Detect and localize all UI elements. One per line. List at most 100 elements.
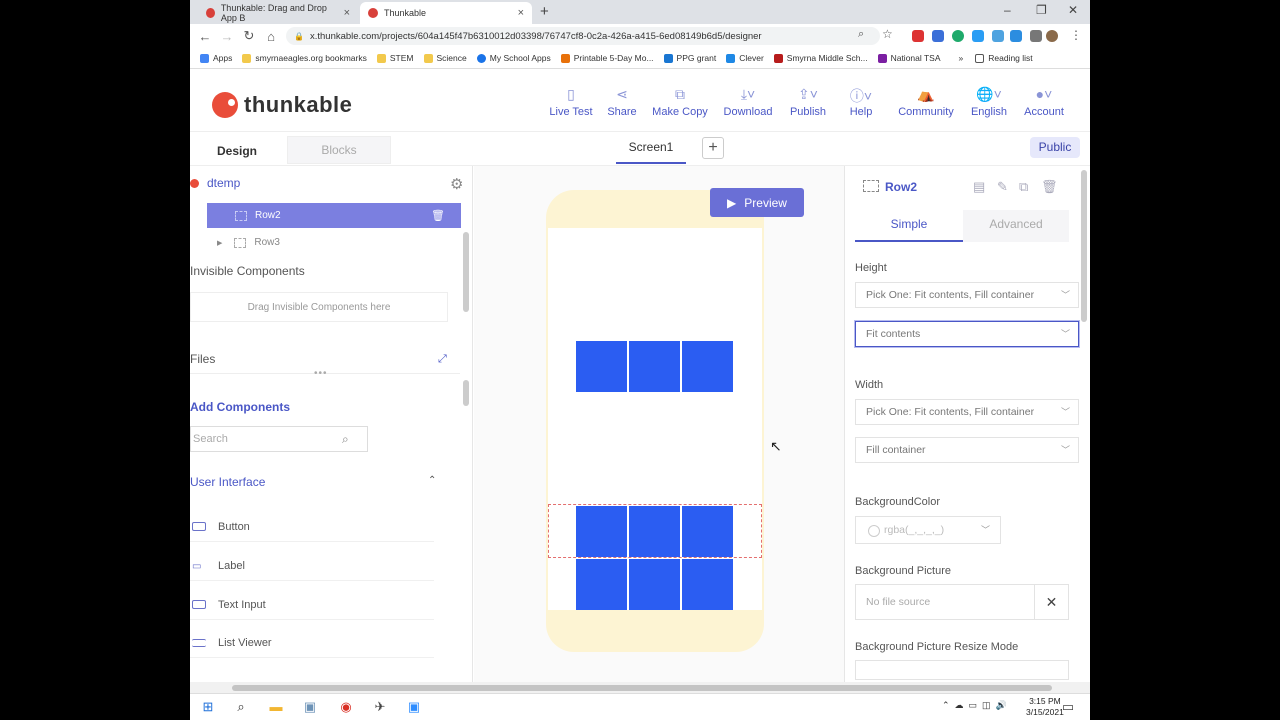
bookmark-apps[interactable]: Apps bbox=[200, 53, 232, 63]
tab-simple[interactable]: Simple bbox=[855, 210, 963, 242]
components-scrollbar[interactable] bbox=[463, 380, 469, 406]
extension-icon[interactable] bbox=[932, 30, 944, 42]
bookmark-item[interactable]: National TSA bbox=[877, 53, 941, 63]
clock[interactable]: 3:15 PM 3/15/2021 bbox=[1026, 696, 1064, 718]
language-button[interactable]: 🌐˅ English bbox=[968, 86, 1010, 118]
properties-scrollbar[interactable] bbox=[1081, 170, 1087, 322]
scrollbar-thumb[interactable] bbox=[232, 685, 1052, 691]
height-mode-select[interactable]: Pick One: Fit contents, Fill container ﹀ bbox=[855, 282, 1079, 308]
extension-icon[interactable] bbox=[1010, 30, 1022, 42]
bgcolor-picker[interactable]: rgba(_,_,_,_) ﹀ bbox=[855, 516, 1001, 544]
system-tray[interactable]: ⌃☁▭◫🔊 bbox=[942, 700, 1012, 711]
bgpic-file-input[interactable]: No file source ✕ bbox=[855, 584, 1069, 620]
account-button[interactable]: ●˅ Account bbox=[1022, 86, 1066, 118]
extension-icon[interactable] bbox=[952, 30, 964, 42]
restore-icon[interactable]: ❐ bbox=[1036, 3, 1047, 17]
forward-icon[interactable]: → bbox=[216, 29, 238, 44]
zoom-icon[interactable]: ⌕ bbox=[858, 28, 864, 41]
browser-tab-2[interactable]: Thunkable × bbox=[360, 2, 532, 24]
bookmark-item[interactable]: Smyrna Middle Sch... bbox=[773, 53, 868, 63]
expand-arrow-icon[interactable]: ▶ bbox=[217, 239, 222, 247]
tab-advanced[interactable]: Advanced bbox=[963, 210, 1069, 242]
close-icon[interactable]: × bbox=[518, 7, 524, 19]
bookmark-item[interactable]: Clever bbox=[726, 53, 764, 63]
close-icon[interactable]: × bbox=[344, 7, 350, 19]
phone-screen[interactable] bbox=[548, 228, 762, 610]
address-bar[interactable]: 🔒 x.thunkable.com/projects/604a145f47b63… bbox=[286, 27, 880, 45]
grid-cell[interactable] bbox=[576, 506, 627, 557]
search-icon[interactable]: ⌕ bbox=[233, 699, 249, 715]
back-icon[interactable]: ← bbox=[194, 29, 216, 44]
trash-icon[interactable]: 🗑 bbox=[431, 209, 445, 222]
reload-icon[interactable]: ↻ bbox=[238, 28, 260, 44]
star-icon[interactable]: ☆ bbox=[882, 27, 893, 41]
width-value-select[interactable]: Fill container ﹀ bbox=[855, 437, 1079, 463]
window-close-icon[interactable]: ✕ bbox=[1068, 3, 1078, 17]
bookmark-item[interactable]: PPG grant bbox=[663, 53, 716, 63]
file-explorer-icon[interactable]: ▬ bbox=[268, 699, 284, 715]
browser-tab-1[interactable]: Thunkable: Drag and Drop App B × bbox=[198, 2, 358, 24]
download-button[interactable]: ⤓˅ Download bbox=[720, 86, 776, 118]
public-button[interactable]: Public bbox=[1030, 137, 1080, 158]
grid-cell[interactable] bbox=[576, 341, 627, 392]
chevron-up-icon[interactable]: ⌃ bbox=[428, 475, 436, 486]
width-mode-select[interactable]: Pick One: Fit contents, Fill container ﹀ bbox=[855, 399, 1079, 425]
live-test-button[interactable]: ▯ Live Test bbox=[546, 86, 596, 118]
grid-cell[interactable] bbox=[629, 506, 680, 557]
preview-button[interactable]: ▶ Preview bbox=[710, 188, 804, 217]
invisible-drop-zone[interactable]: Drag Invisible Components here bbox=[190, 292, 448, 322]
clear-icon[interactable]: ✕ bbox=[1034, 585, 1068, 619]
layout-icon[interactable]: ▤ bbox=[973, 179, 985, 195]
zoom-app-icon[interactable]: ▣ bbox=[406, 699, 422, 715]
chrome-icon[interactable]: ◉ bbox=[338, 699, 354, 715]
grid-cell[interactable] bbox=[629, 559, 680, 610]
bookmark-item[interactable]: Printable 5-Day Mo... bbox=[560, 53, 654, 63]
home-icon[interactable]: ⌂ bbox=[260, 29, 282, 44]
share-button[interactable]: ⋖ Share bbox=[602, 86, 642, 118]
component-button[interactable]: Button bbox=[190, 512, 434, 542]
horizontal-scrollbar[interactable] bbox=[190, 682, 1090, 693]
component-text-input[interactable]: Text Input bbox=[190, 590, 434, 620]
grid-cell[interactable] bbox=[576, 559, 627, 610]
publish-button[interactable]: ⇪˅ Publish bbox=[786, 86, 830, 118]
tree-item-row3[interactable]: ▶ Row3 bbox=[207, 230, 461, 255]
make-copy-button[interactable]: ⧉ Make Copy bbox=[650, 86, 710, 118]
more-bookmarks[interactable]: » bbox=[959, 53, 964, 63]
thunkable-logo[interactable]: thunkable bbox=[212, 92, 352, 118]
trash-icon[interactable]: 🗑 bbox=[1041, 179, 1058, 195]
profile-avatar[interactable] bbox=[1046, 30, 1058, 42]
community-button[interactable]: ⛺ Community bbox=[894, 86, 958, 118]
app-icon[interactable]: ✈ bbox=[372, 699, 388, 715]
minimize-icon[interactable]: – bbox=[1004, 3, 1011, 17]
new-tab-icon[interactable]: + bbox=[540, 3, 549, 20]
expand-icon[interactable]: ⤢ bbox=[438, 353, 447, 366]
edit-icon[interactable]: ✎ bbox=[997, 179, 1008, 195]
component-list-viewer[interactable]: List Viewer bbox=[190, 628, 434, 658]
duplicate-icon[interactable]: ⧉ bbox=[1019, 179, 1028, 195]
browser-menu-icon[interactable]: ⋮ bbox=[1070, 28, 1082, 42]
app-icon[interactable]: ▣ bbox=[302, 699, 318, 715]
add-screen-button[interactable]: + bbox=[702, 137, 724, 159]
grid-cell[interactable] bbox=[682, 559, 733, 610]
bookmark-item[interactable]: Science bbox=[423, 53, 467, 63]
tree-item-row2[interactable]: Row2 🗑 bbox=[207, 203, 461, 228]
height-value-select[interactable]: Fit contents ﹀ bbox=[855, 321, 1079, 347]
notifications-icon[interactable]: ▭ bbox=[1060, 699, 1076, 715]
help-button[interactable]: ⓘ˅ Help bbox=[846, 86, 876, 118]
gear-icon[interactable]: ⚙ bbox=[450, 175, 463, 193]
extension-icon[interactable] bbox=[992, 30, 1004, 42]
search-icon[interactable]: ⌕ bbox=[342, 432, 349, 447]
extension-icon[interactable] bbox=[972, 30, 984, 42]
tab-blocks[interactable]: Blocks bbox=[287, 136, 391, 164]
user-interface-section[interactable]: User Interface bbox=[190, 475, 265, 489]
screen-tab[interactable]: Screen1 bbox=[616, 139, 686, 164]
grid-cell[interactable] bbox=[682, 341, 733, 392]
resize-handle-icon[interactable]: ••• bbox=[314, 368, 328, 379]
grid-cell[interactable] bbox=[682, 506, 733, 557]
tree-scrollbar[interactable] bbox=[463, 232, 469, 312]
grid-cell[interactable] bbox=[629, 341, 680, 392]
bgresize-select[interactable] bbox=[855, 660, 1069, 680]
reading-list[interactable]: Reading list bbox=[975, 53, 1033, 63]
component-label[interactable]: ▭ Label bbox=[190, 551, 434, 581]
bookmark-item[interactable]: smyrnaeagles.org bookmarks bbox=[242, 53, 367, 63]
